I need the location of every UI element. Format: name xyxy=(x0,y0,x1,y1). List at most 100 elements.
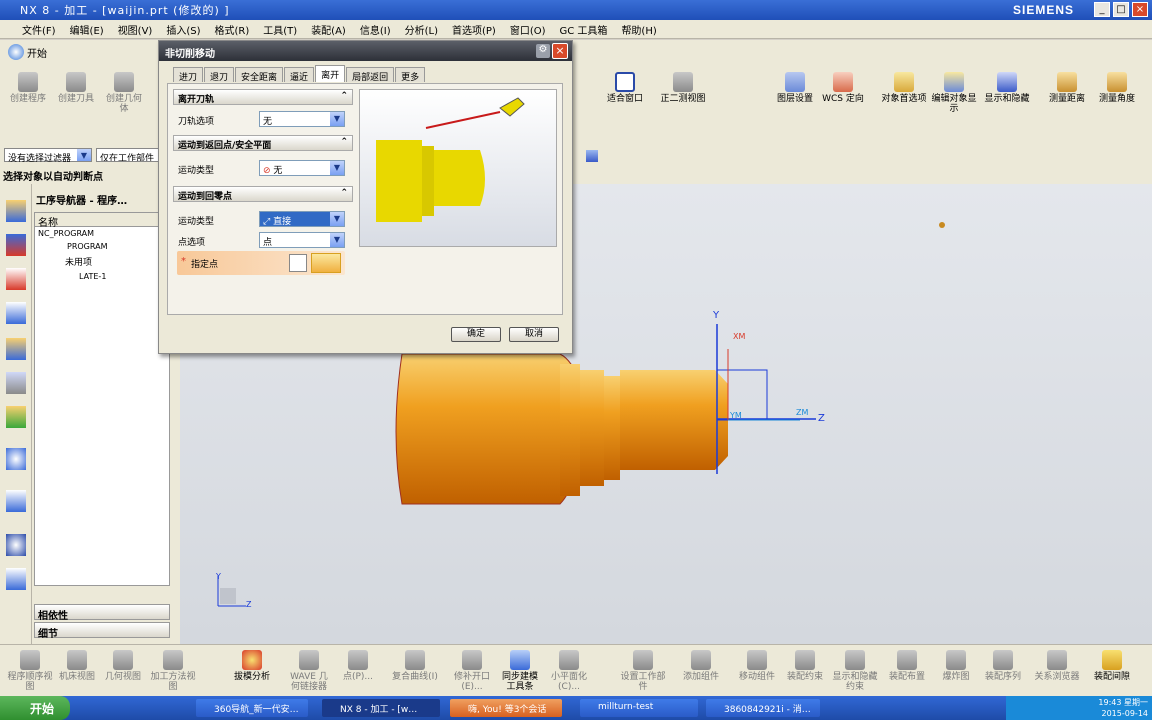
edit-object-display-button[interactable]: 编辑对象显示 xyxy=(930,72,978,114)
tree-node[interactable]: PROGRAM xyxy=(35,240,169,253)
wave-linker-button[interactable]: WAVE 几何链接器 xyxy=(286,650,332,692)
fit-window-button[interactable]: 适合窗口 xyxy=(602,72,648,104)
section-return-point[interactable]: 运动到返回点/安全平面 ⌃ xyxy=(173,135,353,151)
resource-tab-icon[interactable] xyxy=(6,338,26,360)
exploded-view-button[interactable]: 爆炸图 xyxy=(936,650,976,682)
object-preferences-button[interactable]: 对象首选项 xyxy=(880,72,928,104)
point-button[interactable]: 点(P)... xyxy=(336,650,380,682)
measure-distance-button[interactable]: 测量距离 xyxy=(1044,72,1090,104)
resource-tab-icon[interactable] xyxy=(6,372,26,394)
section-departure-path[interactable]: 离开刀轨 ⌃ xyxy=(173,89,353,105)
home-motion-type-select[interactable]: ⤢ 直接 ▼ xyxy=(259,211,345,227)
close-button[interactable]: × xyxy=(1132,2,1148,17)
assembly-sequence-button[interactable]: 装配序列 xyxy=(980,650,1026,682)
menu-info[interactable]: 信息(I) xyxy=(360,22,391,37)
method-view-button[interactable]: 加工方法视图 xyxy=(148,650,198,692)
composite-curve-button[interactable]: 复合曲线(I) xyxy=(392,650,438,682)
facetize-button[interactable]: 小平面化(C)... xyxy=(546,650,592,692)
maximize-button[interactable]: □ xyxy=(1113,2,1129,17)
resource-tab-icon[interactable] xyxy=(6,200,26,222)
assembly-constraint-button[interactable]: 装配约束 xyxy=(782,650,828,682)
taskbar-item[interactable]: millturn-test xyxy=(580,699,698,717)
ok-button[interactable]: 确定 xyxy=(451,327,501,342)
machine-view-button[interactable]: 机床视图 xyxy=(54,650,100,682)
taskbar-item[interactable]: 3860842921i - 消… xyxy=(706,699,820,717)
taskbar-item[interactable]: 360导航_新一代安… xyxy=(196,699,308,717)
menu-window[interactable]: 窗口(O) xyxy=(510,22,546,37)
collapse-icon[interactable]: ⌃ xyxy=(340,188,348,198)
scope-select[interactable]: 仅在工作部件 xyxy=(96,148,160,162)
create-program-button[interactable]: 创建程序 xyxy=(6,72,50,104)
resource-tab-icon[interactable] xyxy=(6,406,26,428)
create-geometry-button[interactable]: 创建几何体 xyxy=(102,72,146,114)
trimetric-view-button[interactable]: 正二测视图 xyxy=(660,72,706,104)
specify-point-row[interactable]: * 指定点 xyxy=(177,251,345,275)
resource-tab-icon[interactable] xyxy=(6,490,26,512)
close-icon[interactable]: × xyxy=(552,43,568,59)
menu-file[interactable]: 文件(F) xyxy=(22,22,56,37)
tab-more[interactable]: 更多 xyxy=(395,67,426,83)
start-button[interactable]: 开始 xyxy=(8,44,47,60)
tab-clearance[interactable]: 安全距离 xyxy=(235,67,284,83)
column-header-name[interactable]: 名称 xyxy=(35,213,169,229)
section-home-point[interactable]: 运动到回零点 ⌃ xyxy=(173,186,353,202)
menu-assembly[interactable]: 装配(A) xyxy=(311,22,346,37)
navigator-tree[interactable]: 名称 NC_PROGRAM PROGRAM 未用项 LATE-1 xyxy=(34,212,170,586)
move-component-button[interactable]: 移动组件 xyxy=(734,650,780,682)
tree-node[interactable]: LATE-1 xyxy=(35,270,169,283)
patch-opening-button[interactable]: 修补开口(E)... xyxy=(448,650,496,692)
tab-local-return[interactable]: 局部返回 xyxy=(346,67,395,83)
tab-retract[interactable]: 退刀 xyxy=(204,67,235,83)
menu-view[interactable]: 视图(V) xyxy=(118,22,153,37)
tab-approach[interactable]: 逼近 xyxy=(284,67,315,83)
menu-edit[interactable]: 编辑(E) xyxy=(70,22,104,37)
part-body[interactable] xyxy=(395,353,586,505)
assembly-arrangement-button[interactable]: 装配布置 xyxy=(884,650,930,682)
menu-preferences[interactable]: 首选项(P) xyxy=(452,22,496,37)
resource-tab-icon[interactable] xyxy=(6,448,26,470)
collapse-icon[interactable]: ⌃ xyxy=(340,137,348,147)
resource-tab-icon[interactable] xyxy=(6,568,26,590)
details-panel[interactable]: 细节 xyxy=(34,622,170,640)
menu-tools[interactable]: 工具(T) xyxy=(263,22,297,37)
inferred-point-button[interactable] xyxy=(311,253,341,273)
tab-engage[interactable]: 进刀 xyxy=(173,67,204,83)
resource-tab-icon[interactable] xyxy=(6,234,26,256)
show-hide-button[interactable]: 显示和隐藏 xyxy=(984,72,1030,104)
cube-icon[interactable] xyxy=(586,150,598,162)
sync-modeling-button[interactable]: 同步建模工具条 xyxy=(498,650,542,692)
return-motion-type-select[interactable]: ⊘ 无 ▼ xyxy=(259,160,345,176)
cancel-button[interactable]: 取消 xyxy=(509,327,559,342)
menu-analysis[interactable]: 分析(L) xyxy=(405,22,438,37)
selection-filter-select[interactable]: 没有选择过滤器 ▼ xyxy=(4,148,92,164)
geometry-view-button[interactable]: 几何视图 xyxy=(100,650,146,682)
menu-insert[interactable]: 插入(S) xyxy=(166,22,200,37)
menu-help[interactable]: 帮助(H) xyxy=(621,22,656,37)
taskbar-item[interactable]: 嗨, You! 等3个会话 xyxy=(450,699,562,717)
tab-departure[interactable]: 离开 xyxy=(315,65,346,82)
relation-browser-button[interactable]: 关系浏览器 xyxy=(1034,650,1080,682)
menu-gc-toolbox[interactable]: GC 工具箱 xyxy=(560,22,608,37)
path-option-select[interactable]: 无 ▼ xyxy=(259,111,345,127)
navigator-tab-icon[interactable] xyxy=(6,302,26,324)
resource-tab-icon[interactable] xyxy=(6,268,26,290)
clock-icon[interactable] xyxy=(6,534,26,556)
add-component-button[interactable]: 添加组件 xyxy=(678,650,724,682)
wcs-orient-button[interactable]: WCS 定向 xyxy=(820,72,866,104)
tree-node[interactable]: NC_PROGRAM xyxy=(35,227,169,240)
point-option-select[interactable]: 点 ▼ xyxy=(259,232,345,248)
measure-angle-button[interactable]: 测量角度 xyxy=(1094,72,1140,104)
show-hide-constraint-button[interactable]: 显示和隐藏约束 xyxy=(830,650,880,692)
point-dialog-button[interactable] xyxy=(289,254,307,272)
tree-node[interactable]: 未用项 xyxy=(35,253,169,270)
taskbar-item[interactable]: NX 8 - 加工 - [w… xyxy=(322,699,440,717)
dependencies-panel[interactable]: 相依性 xyxy=(34,604,170,622)
collapse-icon[interactable]: ⌃ xyxy=(340,91,348,101)
minimize-button[interactable]: _ xyxy=(1094,2,1110,17)
draft-analysis-button[interactable]: 拔模分析 xyxy=(228,650,276,682)
assembly-clearance-button[interactable]: 装配间隙 xyxy=(1088,650,1136,682)
create-tool-button[interactable]: 创建刀具 xyxy=(54,72,98,104)
set-work-part-button[interactable]: 设置工作部件 xyxy=(620,650,666,692)
layer-settings-button[interactable]: 图层设置 xyxy=(772,72,818,104)
menu-format[interactable]: 格式(R) xyxy=(215,22,250,37)
